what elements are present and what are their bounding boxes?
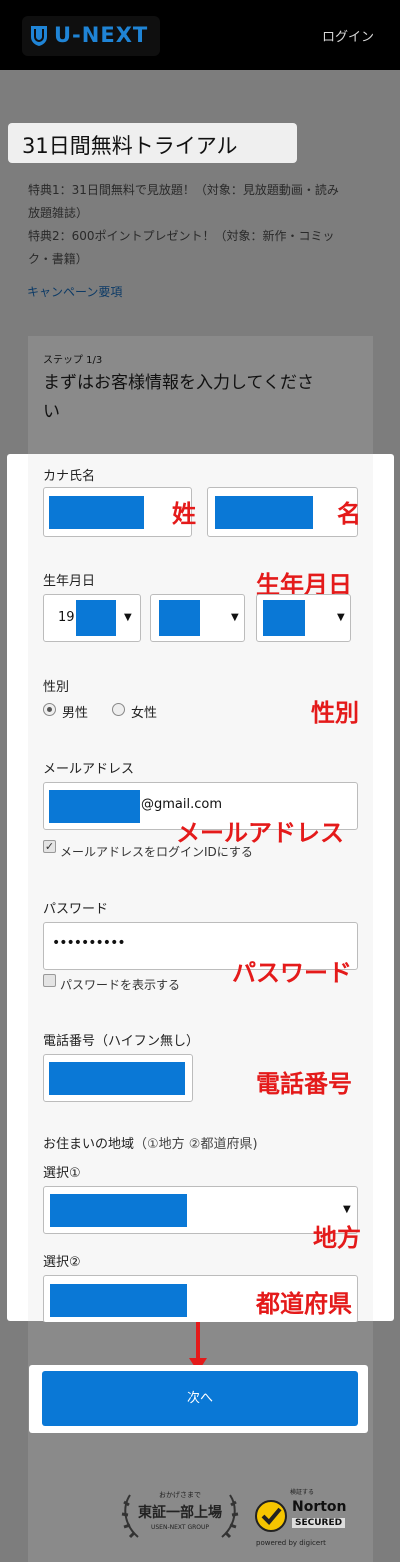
annotation-mei: 名 (337, 500, 361, 528)
kana-name-label: カナ氏名 (43, 469, 96, 484)
benefit-line-3: 特典2：600ポイントプレゼント！（対象：新作・コミッ (28, 229, 335, 243)
step-title: まずはお客様情報を入力してくださ い (43, 369, 363, 427)
logo-text: U-NEXT (54, 23, 149, 47)
badge1-bottom-text: USEN-NEXT GROUP (150, 1524, 210, 1531)
gender-female-radio[interactable] (112, 703, 125, 716)
page-title: 31日間無料トライアル (22, 134, 238, 158)
shield-icon (31, 26, 47, 46)
annotation-gender: 性別 (311, 699, 359, 727)
benefit-line-1: 特典1：31日間無料で見放題！（対象：見放題動画・読み (28, 183, 339, 197)
site-header: U-NEXT ログイン (0, 0, 400, 70)
birth-month-select[interactable]: ▼ (150, 594, 245, 642)
select1-label: 選択① (43, 1166, 81, 1181)
redacted-block (50, 1194, 187, 1227)
email-domain: @gmail.com (141, 797, 223, 812)
phone-label: 電話番号（ハイフン無し） (43, 1034, 200, 1049)
step-indicator: ステップ 1/3 (43, 355, 103, 366)
email-as-id-checkbox[interactable]: ✓ (43, 840, 56, 853)
page-title-box: 31日間無料トライアル (8, 123, 297, 163)
email-as-id-label: メールアドレスをログインIDにする (60, 845, 253, 859)
phone-input[interactable] (43, 1054, 193, 1102)
gender-label: 性別 (43, 680, 70, 695)
badge2-powered: powered by digicert (256, 1539, 326, 1547)
birth-year-select[interactable]: 19 ▼ (43, 594, 141, 642)
gender-male-radio[interactable] (43, 703, 56, 716)
annotation-prefecture: 都道府県 (256, 1290, 352, 1318)
step-title-line-2: い (43, 402, 60, 422)
show-password-checkbox[interactable] (43, 974, 56, 987)
address-label: お住まいの地域（①地方 ②都道府県) (43, 1133, 258, 1152)
tse-listed-badge: おかげさまで 東証一部上場 USEN-NEXT GROUP (120, 1487, 240, 1541)
next-button[interactable]: 次へ (42, 1371, 358, 1426)
redacted-block (263, 600, 305, 636)
badge1-top-text: おかげさまで (159, 1491, 201, 1499)
region-select[interactable]: ▼ (43, 1186, 358, 1234)
redacted-block (215, 496, 313, 529)
annotation-password: パスワード (232, 959, 352, 987)
redacted-block (159, 600, 200, 636)
badge2-secured: SECURED (292, 1518, 346, 1528)
annotation-phone: 電話番号 (256, 1070, 352, 1098)
chevron-down-icon: ▼ (124, 612, 132, 623)
norton-secured-badge[interactable]: 検証する Norton SECURED powered by digicert (252, 1487, 356, 1551)
badge2-brand: Norton (292, 1499, 347, 1515)
password-label: パスワード (43, 902, 109, 917)
annotation-sei: 姓 (172, 500, 196, 528)
redacted-block (49, 1062, 185, 1095)
show-password-label: パスワードを表示する (60, 978, 181, 992)
select2-label: 選択② (43, 1255, 81, 1270)
birthday-label: 生年月日 (43, 574, 96, 589)
annotation-region: 地方 (313, 1224, 361, 1252)
email-label: メールアドレス (43, 762, 135, 777)
birth-year-prefix: 19 (58, 610, 75, 625)
first-name-input[interactable] (207, 487, 358, 537)
redacted-block (49, 790, 140, 823)
step-title-line-1: まずはお客様情報を入力してくださ (43, 373, 314, 393)
last-name-input[interactable] (43, 487, 192, 537)
badge2-top-text: 検証する (290, 1489, 315, 1496)
birth-day-select[interactable]: ▼ (256, 594, 351, 642)
redacted-block (49, 496, 144, 529)
address-label-text: お住まいの地域 (43, 1137, 135, 1152)
login-link[interactable]: ログイン (322, 26, 374, 45)
unext-logo[interactable]: U-NEXT (22, 16, 160, 56)
gender-male-label: 男性 (62, 706, 89, 721)
badge1-main-text: 東証一部上場 (138, 1505, 222, 1521)
chevron-down-icon: ▼ (343, 1204, 351, 1215)
gender-female-label: 女性 (131, 706, 158, 721)
benefit-line-4: ク・書籍） (28, 252, 88, 266)
redacted-block (50, 1284, 187, 1317)
chevron-down-icon: ▼ (337, 612, 345, 623)
redacted-block (76, 600, 116, 636)
norton-check-icon (255, 1500, 287, 1532)
chevron-down-icon: ▼ (231, 612, 239, 623)
address-hint: （①地方 ②都道府県) (134, 1137, 258, 1152)
benefit-line-2: 放題雑誌） (28, 206, 89, 220)
campaign-terms-link[interactable]: キャンペーン要項 (27, 283, 122, 300)
password-value: •••••••••• (52, 935, 126, 951)
